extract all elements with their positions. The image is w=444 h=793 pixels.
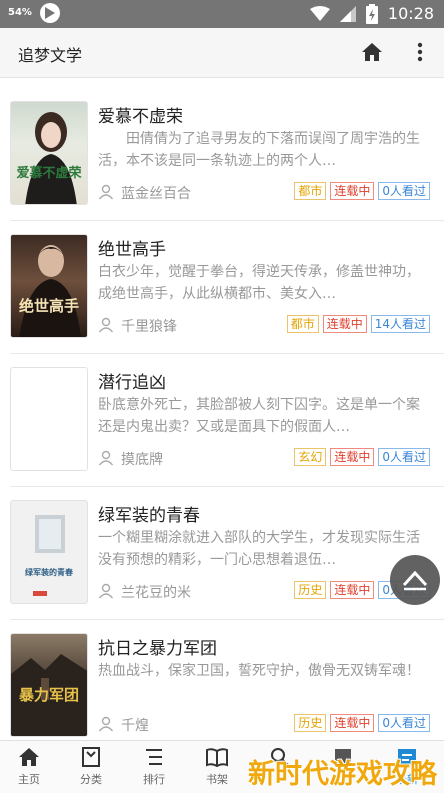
book-description: 白衣少年，觉醒于拳台，得逆天传承，修盖世神功，成绝世高手，从此纵横都市、美女入… xyxy=(98,264,420,302)
status-tag: 连载中 xyxy=(330,182,375,200)
more-options-icon[interactable] xyxy=(412,40,428,64)
readers-tag: 0人看过 xyxy=(378,182,430,200)
cover-title: 爱慕不虚荣 xyxy=(16,166,82,181)
author-icon xyxy=(98,450,114,466)
home-icon[interactable] xyxy=(360,40,384,64)
readers-tag: 14人看过 xyxy=(370,315,430,333)
category-tag: 历史 xyxy=(294,714,327,732)
status-bar: 54% 10:28 xyxy=(0,0,444,28)
arrow-up-icon xyxy=(402,570,428,591)
nav-label: 书架 xyxy=(206,773,228,786)
category-tag: 都市 xyxy=(294,182,327,200)
status-tag: 连载中 xyxy=(330,714,375,732)
category-icon xyxy=(82,747,100,767)
home-icon xyxy=(19,748,39,766)
cover-title: 绝世高手 xyxy=(18,297,79,315)
book-title[interactable]: 爱慕不虚荣 xyxy=(98,102,183,127)
book-author: 摸底牌 xyxy=(121,452,163,468)
status-tag: 连载中 xyxy=(322,315,367,333)
book-tags: 都市 连载中 14人看过 xyxy=(286,315,430,333)
wifi-icon xyxy=(309,6,330,21)
book-cover[interactable]: 绝世高手 xyxy=(10,234,88,338)
status-tag: 连载中 xyxy=(330,581,375,599)
book-item[interactable]: 绿军装的青春 绿军装的青春 一个糊里糊涂就进入部队的大学生，才发现实际生活没有预… xyxy=(0,487,444,620)
book-item[interactable]: 暴力军团 抗日之暴力军团 热血战斗，保家卫国，誓死守护，傲骨无双铸军魂！ 千煌 … xyxy=(0,620,444,753)
nav-ranking[interactable]: 排行 xyxy=(129,747,179,791)
cover-art xyxy=(25,112,77,204)
book-item[interactable]: 绝世高手 绝世高手 白衣少年，觉醒于拳台，得逆天传承，修盖世神功，成绝世高手，从… xyxy=(0,221,444,354)
nav-category[interactable]: 分类 xyxy=(66,747,116,791)
nav-home[interactable]: 主页 xyxy=(4,747,54,791)
author-icon xyxy=(98,184,114,200)
nav-label: 分类 xyxy=(80,773,102,786)
book-title[interactable]: 绝世高手 xyxy=(98,235,166,260)
book-tags: 玄幻 连载中 0人看过 xyxy=(294,448,430,466)
app-title: 追梦文学 xyxy=(18,46,83,65)
battery-percent: 54% xyxy=(8,7,32,18)
book-cover[interactable]: 暴力军团 xyxy=(10,633,88,737)
readers-tag: 0人看过 xyxy=(378,448,430,466)
book-tags: 都市 连载中 0人看过 xyxy=(294,182,430,200)
category-tag: 历史 xyxy=(294,581,327,599)
book-item[interactable]: 潜行追凶 卧底意外死亡，其脸部被人刻下囚字。这是单一个案还是内鬼出卖？又或是面具… xyxy=(0,354,444,487)
book-author: 兰花豆的米 xyxy=(121,585,191,601)
status-tag: 连载中 xyxy=(330,448,375,466)
cover-title: 绿军装的青春 xyxy=(25,567,73,577)
book-author: 千煌 xyxy=(121,718,149,734)
category-tag: 玄幻 xyxy=(294,448,327,466)
author-icon xyxy=(98,317,114,333)
nav-bookshelf[interactable]: 书架 xyxy=(192,747,242,791)
book-author: 千里狼锋 xyxy=(121,319,177,335)
ranking-icon xyxy=(146,749,162,765)
book-cover[interactable] xyxy=(10,367,88,471)
notification-app-icon xyxy=(39,3,60,23)
book-title[interactable]: 绿军装的青春 xyxy=(98,501,200,526)
book-item[interactable]: 爱慕不虚荣 爱慕不虚荣 田倩倩为了追寻男友的下落而误闯了周宇浩的生活，本不该是同… xyxy=(0,88,444,221)
scroll-to-top-button[interactable] xyxy=(390,555,440,605)
bookshelf-icon xyxy=(206,748,228,767)
book-author: 蓝金丝百合 xyxy=(121,186,191,202)
signal-icon xyxy=(339,6,356,22)
book-description: 田倩倩为了追寻男友的下落而误闯了周宇浩的生活，本不该是同一条轨迹上的两个人… xyxy=(98,131,420,169)
app-bar: 追梦文学 xyxy=(0,28,444,78)
book-description: 一个糊里糊涂就进入部队的大学生，才发现实际生活没有预想的精彩，一门心思想着退伍… xyxy=(98,530,420,568)
author-icon xyxy=(98,716,114,732)
author-icon xyxy=(98,583,114,599)
book-cover[interactable]: 爱慕不虚荣 xyxy=(10,101,88,205)
category-tag: 都市 xyxy=(286,315,319,333)
book-description: 热血战斗，保家卫国，誓死守护，傲骨无双铸军魂！ xyxy=(98,663,420,679)
book-description: 卧底意外死亡，其脸部被人刻下囚字。这是单一个案还是内鬼出卖？又或是面具下的假面人… xyxy=(98,397,420,435)
book-tags: 历史 连载中 0人看过 xyxy=(294,714,430,732)
book-title[interactable]: 抗日之暴力军团 xyxy=(98,634,217,659)
cover-art xyxy=(19,245,81,337)
nav-label: 排行 xyxy=(143,773,165,786)
nav-label: 主页 xyxy=(18,773,40,786)
watermark-text: 新时代游戏攻略 xyxy=(248,759,437,790)
battery-icon xyxy=(365,4,378,24)
clock-time: 10:28 xyxy=(387,4,434,23)
cover-art xyxy=(33,515,65,596)
readers-tag: 0人看过 xyxy=(378,714,430,732)
book-cover[interactable]: 绿军装的青春 xyxy=(10,500,88,604)
book-title[interactable]: 潜行追凶 xyxy=(98,368,166,393)
cover-title: 暴力军团 xyxy=(18,686,79,704)
